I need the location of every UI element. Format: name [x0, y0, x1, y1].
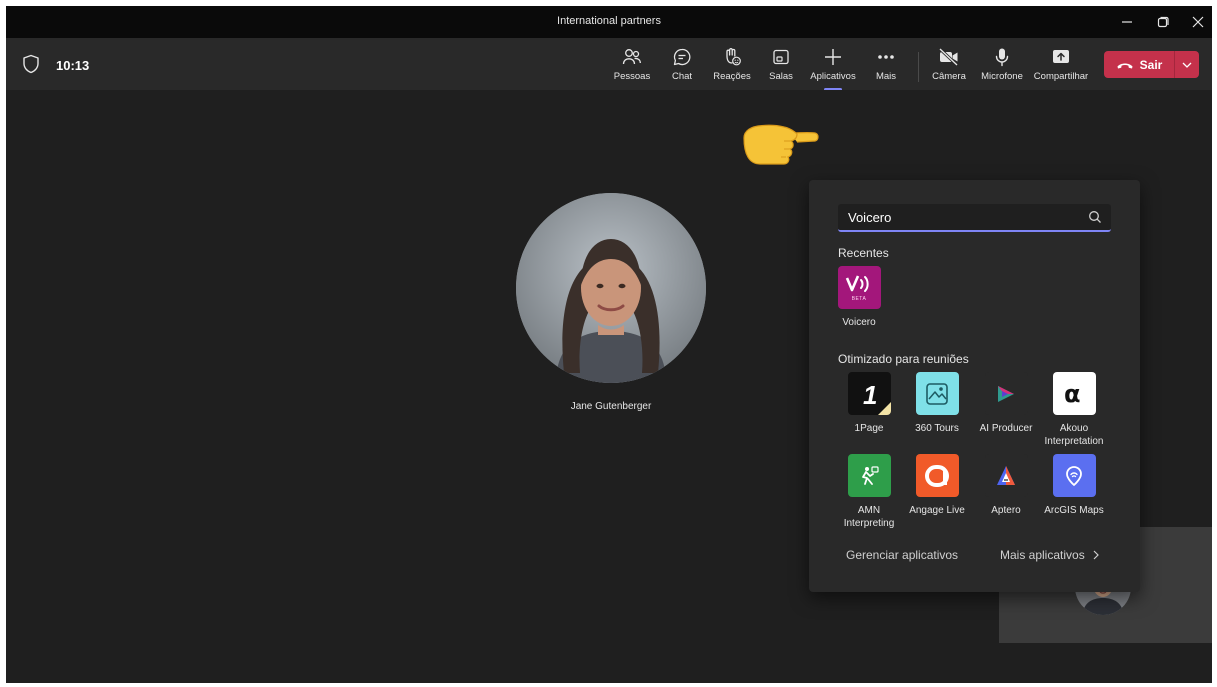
app-name: Akouo Interpretation	[1044, 423, 1104, 447]
recent-section-title: Recentes	[838, 246, 889, 260]
raise-hand-icon	[726, 48, 741, 66]
more-apps-link[interactable]: Mais aplicativos	[1000, 548, 1099, 562]
angage-live-icon	[915, 454, 959, 497]
app-angage-live[interactable]: Angage Live	[899, 454, 975, 517]
rooms-label: Salas	[769, 71, 793, 82]
chat-label: Chat	[671, 71, 693, 82]
reactions-label: Reações	[713, 71, 751, 82]
more-label: Mais	[875, 71, 897, 82]
app-arcgis-maps[interactable]: ArcGIS Maps	[1036, 454, 1112, 517]
svg-text:1: 1	[863, 380, 877, 410]
participant-name: Jane Gutenberger	[570, 401, 652, 412]
camera-label: Câmera	[932, 71, 966, 82]
app-name: ArcGIS Maps	[1044, 505, 1104, 516]
people-button[interactable]: Pessoas	[612, 46, 652, 88]
apps-flyout: Voicero Recentes BETA Voicero Otimizado …	[809, 180, 1140, 592]
app-name: Angage Live	[909, 505, 965, 516]
microphone-button[interactable]: Microfone	[978, 46, 1026, 88]
app-name: Aptero	[991, 505, 1021, 516]
leave-button[interactable]: Sair	[1104, 51, 1174, 78]
reactions-button[interactable]: Reações	[710, 46, 754, 88]
apps-search-input[interactable]: Voicero	[838, 204, 1111, 232]
minimize-button[interactable]	[1112, 10, 1142, 34]
app-ai-producer[interactable]: AI Producer	[968, 372, 1044, 435]
leave-label: Sair	[1139, 57, 1163, 72]
akouo-icon: α	[1052, 372, 1096, 415]
arcgis-maps-icon	[1052, 454, 1096, 497]
chevron-right-icon	[1093, 550, 1099, 560]
app-name: AI Producer	[979, 423, 1033, 434]
more-icon	[878, 55, 894, 59]
pointing-hand-icon	[743, 124, 819, 165]
participant-avatar[interactable]	[516, 193, 706, 383]
microphone-label: Microfone	[981, 71, 1023, 82]
people-icon	[622, 49, 641, 65]
manage-apps-link[interactable]: Gerenciar aplicativos	[846, 548, 958, 562]
close-icon	[1192, 16, 1204, 28]
chat-button[interactable]: Chat	[664, 46, 700, 88]
meeting-toolbar: 10:13 Pessoas Chat Reações Salas Aplicat…	[6, 38, 1212, 90]
camera-button[interactable]: Câmera	[928, 46, 970, 88]
ai-producer-icon	[984, 372, 1028, 415]
share-button[interactable]: Compartilhar	[1029, 46, 1093, 88]
chevron-down-icon	[1182, 62, 1192, 68]
app-360-tours[interactable]: 360 Tours	[899, 372, 975, 435]
app-amn-interpreting[interactable]: AMN Interpreting	[831, 454, 907, 530]
close-button[interactable]	[1183, 10, 1212, 34]
app-akouo[interactable]: α Akouo Interpretation	[1036, 372, 1112, 448]
app-aptero[interactable]: Aptero	[968, 454, 1044, 517]
shield-icon	[23, 54, 39, 74]
aptero-icon	[984, 454, 1028, 497]
restore-icon	[1157, 16, 1169, 28]
amn-interpreting-icon	[847, 454, 891, 497]
rooms-button[interactable]: Salas	[765, 46, 797, 88]
svg-text:α: α	[1064, 381, 1081, 407]
hang-up-icon	[1117, 63, 1133, 68]
app-name: 360 Tours	[915, 423, 959, 434]
teams-meeting-window: International partners 10:13 Pessoas Cha…	[6, 6, 1212, 683]
app-name: Voicero	[842, 317, 876, 328]
1page-icon: 1	[847, 372, 891, 415]
leave-button-group: Sair	[1104, 51, 1199, 78]
search-value: Voicero	[848, 210, 892, 225]
apps-label: Aplicativos	[810, 71, 856, 82]
app-voicero[interactable]: BETA Voicero	[821, 266, 897, 329]
voicero-badge: BETA	[851, 296, 867, 302]
apps-button[interactable]: Aplicativos	[808, 46, 858, 88]
plus-icon	[825, 49, 841, 65]
title-bar: International partners	[6, 6, 1212, 38]
360-tours-icon	[915, 372, 959, 415]
leave-options-button[interactable]	[1175, 51, 1199, 78]
optimized-section-title: Otimizado para reuniões	[838, 352, 969, 366]
window-title: International partners	[557, 15, 661, 27]
microphone-icon	[995, 48, 1009, 67]
more-button[interactable]: Mais	[870, 46, 902, 88]
share-screen-icon	[1053, 50, 1069, 63]
app-1page[interactable]: 1 1Page	[831, 372, 907, 435]
chat-icon	[673, 48, 691, 66]
minimize-icon	[1122, 21, 1132, 23]
search-icon[interactable]	[1088, 210, 1102, 224]
meeting-stage: Jane Gutenberger Voicero Recentes BETA V…	[6, 90, 1212, 683]
voicero-icon: BETA	[837, 266, 881, 309]
people-label: Pessoas	[613, 71, 651, 82]
restore-button[interactable]	[1148, 10, 1178, 34]
manage-apps-label: Gerenciar aplicativos	[846, 548, 959, 562]
meeting-timer: 10:13	[56, 58, 90, 73]
participant-photo	[516, 193, 706, 383]
camera-off-icon	[938, 47, 959, 67]
app-name: 1Page	[854, 423, 884, 434]
share-label: Compartilhar	[1033, 71, 1089, 82]
more-apps-label: Mais aplicativos	[1000, 548, 1085, 562]
breakout-rooms-icon	[773, 49, 789, 65]
app-name: AMN Interpreting	[843, 505, 895, 529]
toolbar-divider	[918, 52, 919, 82]
